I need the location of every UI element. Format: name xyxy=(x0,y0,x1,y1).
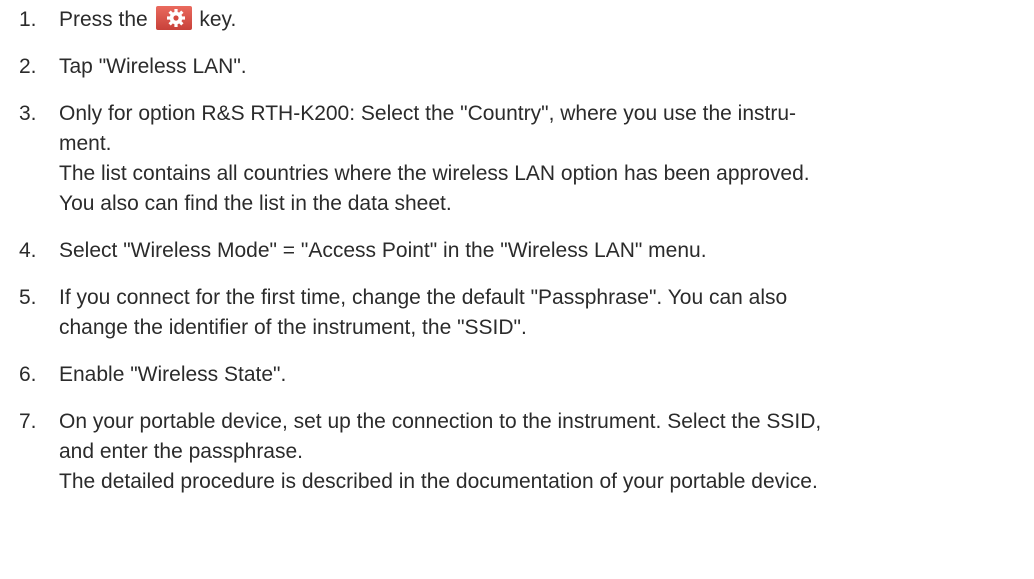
step-7: 7. On your portable device, set up the c… xyxy=(0,407,1034,497)
procedure-steps: 1. Press the key. 2. Tap "Wireless LAN".… xyxy=(0,5,1034,514)
step-result: The list contains all countries where th… xyxy=(59,162,810,185)
step-number: 5. xyxy=(19,286,37,309)
step-text: On your portable device, set up the conn… xyxy=(59,410,822,433)
step-text: Only for option R&S RTH-K200: Select the… xyxy=(59,102,797,125)
step-5: 5. If you connect for the first time, ch… xyxy=(0,283,1034,343)
step-number: 7. xyxy=(19,410,37,433)
step-4: 4. Select "Wireless Mode" = "Access Poin… xyxy=(0,236,1034,266)
step-text: Select "Wireless Mode" = "Access Point" … xyxy=(59,239,707,262)
step-text: ment. xyxy=(59,132,112,155)
step-text-before-icon: Press the xyxy=(59,8,154,31)
step-number: 2. xyxy=(19,55,37,78)
step-2: 2. Tap "Wireless LAN". xyxy=(0,52,1034,82)
step-text: Press the key. xyxy=(59,5,1034,35)
step-text: Tap "Wireless LAN". xyxy=(59,55,247,78)
step-text-after-icon: key. xyxy=(193,8,237,31)
step-number: 6. xyxy=(19,363,37,386)
step-number: 4. xyxy=(19,239,37,262)
step-text: and enter the passphrase. xyxy=(59,440,304,463)
step-number: 1. xyxy=(19,8,37,31)
gear-key-icon xyxy=(155,6,192,30)
step-6: 6. Enable "Wireless State". xyxy=(0,360,1034,390)
step-3: 3. Only for option R&S RTH-K200: Select … xyxy=(0,99,1034,219)
step-text: Enable "Wireless State". xyxy=(59,363,287,386)
step-result: You also can find the list in the data s… xyxy=(59,192,452,215)
step-1: 1. Press the key. xyxy=(0,5,1034,35)
step-number: 3. xyxy=(19,102,37,125)
step-text: If you connect for the first time, chang… xyxy=(59,286,788,309)
step-result: The detailed procedure is described in t… xyxy=(59,470,818,493)
step-text: change the identifier of the instrument,… xyxy=(59,316,527,339)
